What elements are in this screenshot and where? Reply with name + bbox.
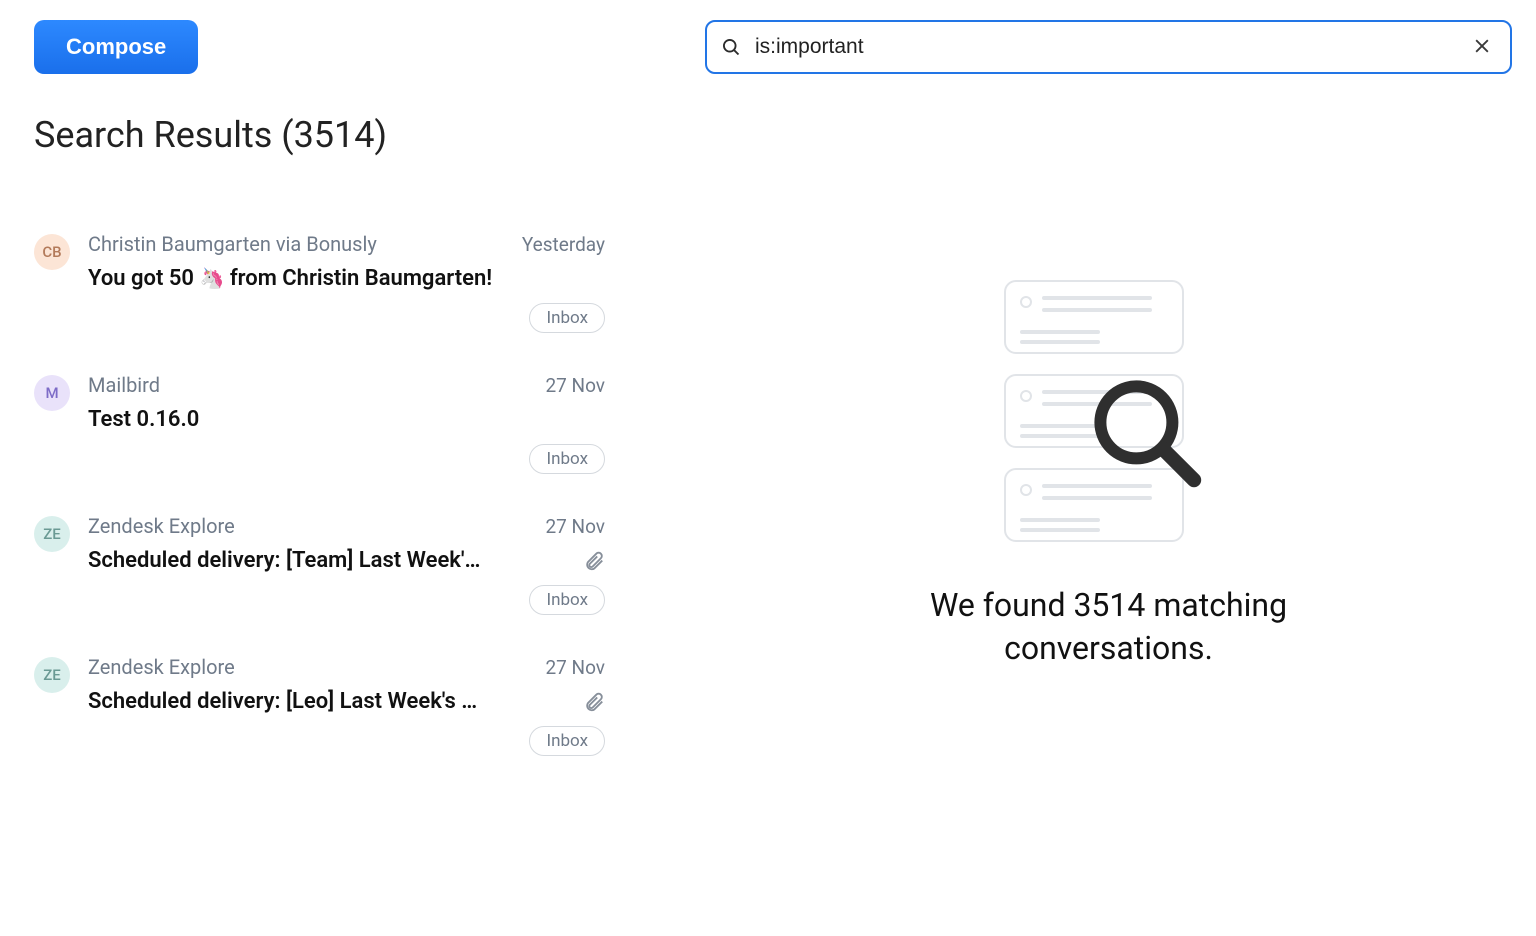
pane-content: We found 3514 matching conversations. <box>705 74 1512 936</box>
reading-pane: We found 3514 matching conversations. <box>615 0 1536 936</box>
email-content: Christin Baumgarten via Bonusly Yesterday… <box>88 232 605 333</box>
email-subject: Scheduled delivery: [Leo] Last Week's … <box>88 689 573 714</box>
email-date: 27 Nov <box>545 515 605 538</box>
clear-search-button[interactable] <box>1468 32 1496 63</box>
email-subject: You got 50 🦄 from Christin Baumgarten! <box>88 266 605 291</box>
avatar: M <box>34 375 70 411</box>
attachment-icon <box>583 691 605 713</box>
search-illustration <box>1004 280 1214 550</box>
email-item[interactable]: M Mailbird 27 Nov Test 0.16.0 Inbox <box>34 357 605 498</box>
email-list: CB Christin Baumgarten via Bonusly Yesterd… <box>34 216 605 780</box>
attachment-icon <box>583 550 605 572</box>
compose-button[interactable]: Compose <box>34 20 198 74</box>
search-input[interactable] <box>755 35 1468 59</box>
search-results-heading: Search Results (3514) <box>34 114 605 156</box>
close-icon <box>1472 44 1492 59</box>
email-item[interactable]: ZE Zendesk Explore 27 Nov Scheduled deliver… <box>34 498 605 639</box>
email-subject: Test 0.16.0 <box>88 407 605 432</box>
avatar: ZE <box>34 516 70 552</box>
email-item[interactable]: ZE Zendesk Explore 27 Nov Scheduled deliver… <box>34 639 605 780</box>
email-content: Mailbird 27 Nov Test 0.16.0 Inbox <box>88 373 605 474</box>
emoji-icon: 🦄 <box>199 266 224 290</box>
email-sender: Zendesk Explore <box>88 514 235 538</box>
magnifier-icon <box>1086 372 1206 492</box>
email-sender: Zendesk Explore <box>88 655 235 679</box>
avatar: CB <box>34 234 70 270</box>
avatar: ZE <box>34 657 70 693</box>
email-sender: Christin Baumgarten via Bonusly <box>88 232 377 256</box>
email-list-panel: Compose Search Results (3514) CB Christin… <box>0 0 615 936</box>
folder-label[interactable]: Inbox <box>529 585 605 615</box>
email-date: 27 Nov <box>545 374 605 397</box>
search-icon <box>721 37 741 57</box>
email-subject: Scheduled delivery: [Team] Last Week'… <box>88 548 573 573</box>
email-item[interactable]: CB Christin Baumgarten via Bonusly Yesterd… <box>34 216 605 357</box>
email-content: Zendesk Explore 27 Nov Scheduled delivery:… <box>88 655 605 756</box>
folder-label[interactable]: Inbox <box>529 444 605 474</box>
pane-message: We found 3514 matching conversations. <box>869 584 1349 670</box>
folder-label[interactable]: Inbox <box>529 303 605 333</box>
email-date: Yesterday <box>522 233 605 256</box>
email-sender: Mailbird <box>88 373 160 397</box>
search-bar[interactable] <box>705 20 1512 74</box>
folder-label[interactable]: Inbox <box>529 726 605 756</box>
email-content: Zendesk Explore 27 Nov Scheduled delivery:… <box>88 514 605 615</box>
email-date: 27 Nov <box>545 656 605 679</box>
